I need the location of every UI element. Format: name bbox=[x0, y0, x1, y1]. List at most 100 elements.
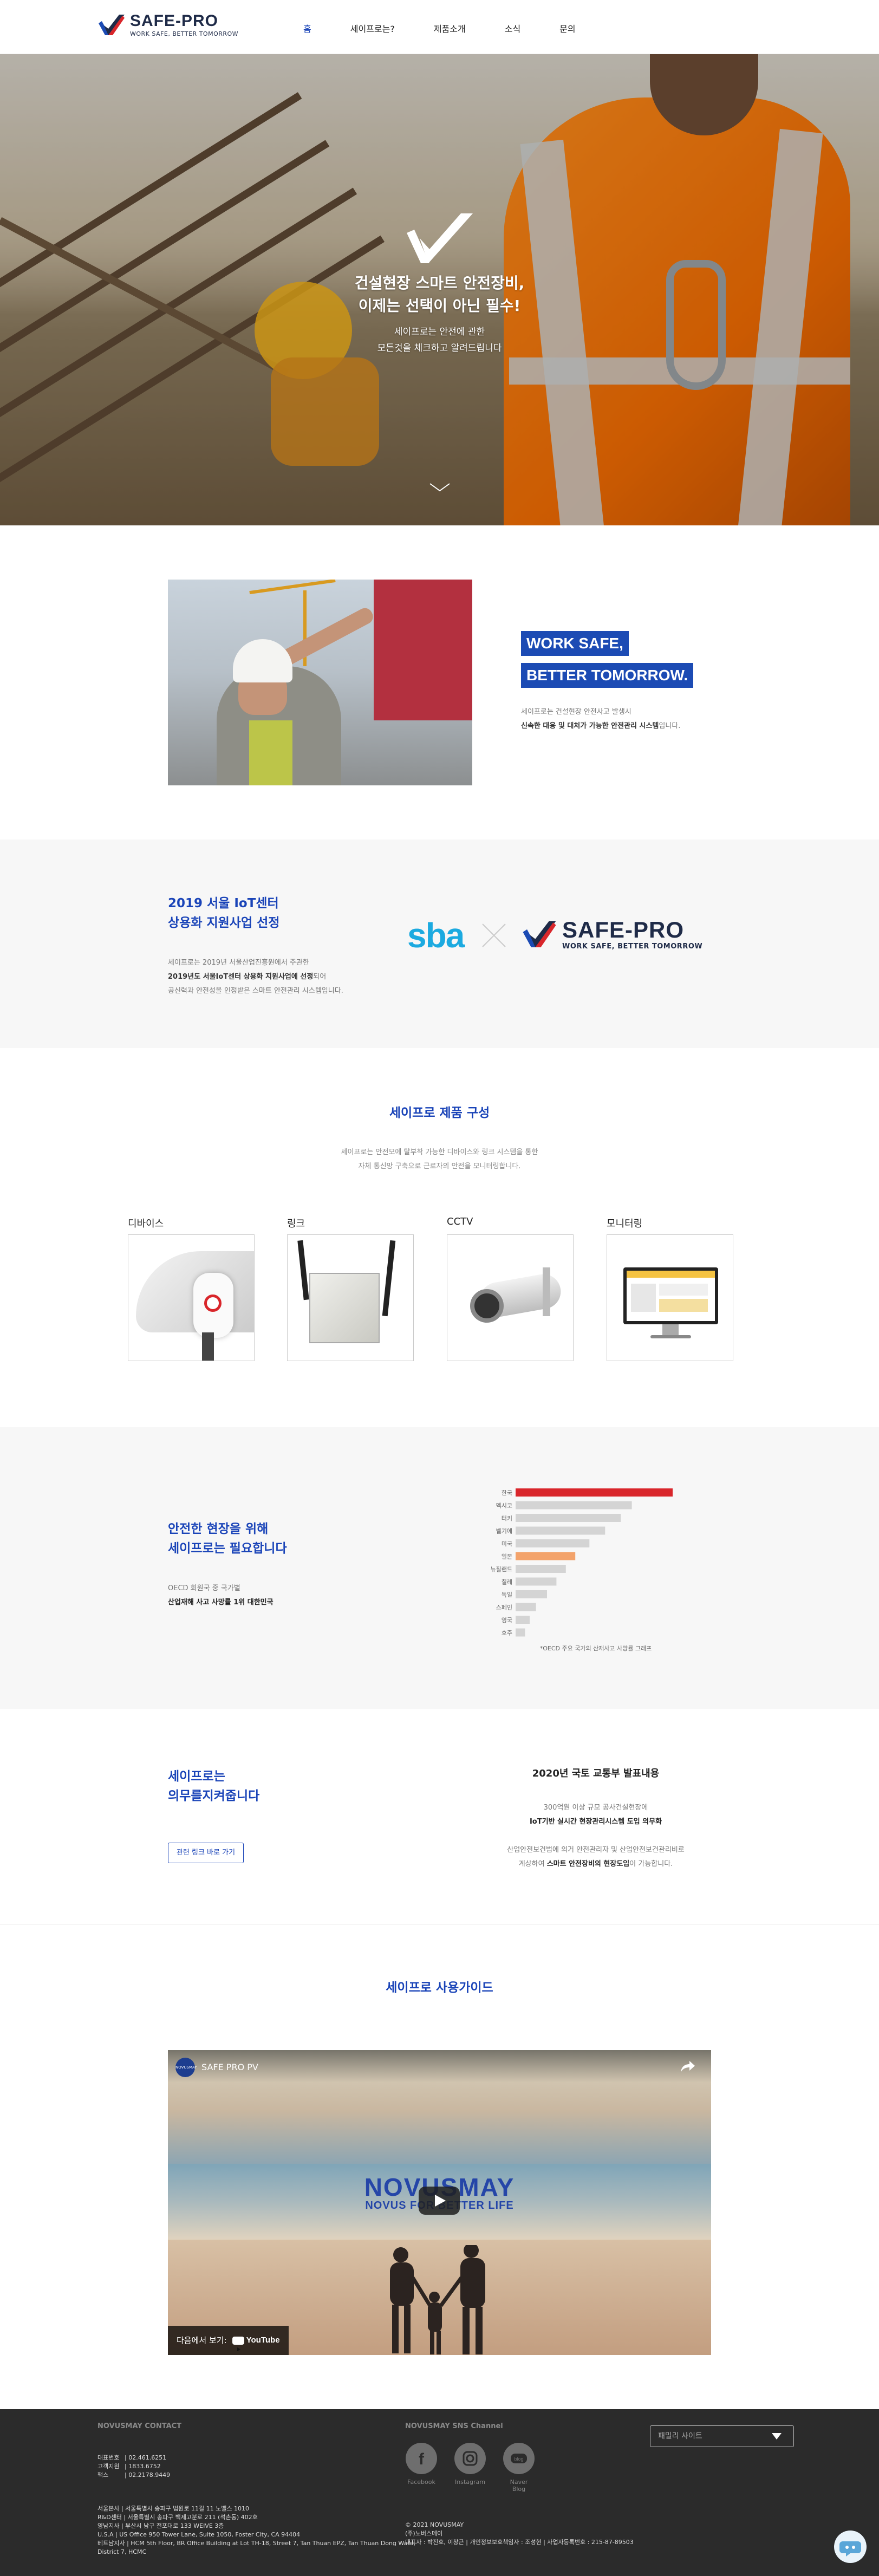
product-monitoring[interactable]: 모니터링 bbox=[607, 1216, 733, 1361]
intro-text-bold: 신속한 대응 및 대처가 가능한 안전관리 시스템 bbox=[521, 722, 659, 730]
office-line: 영남지사 | 부산시 남구 전포대로 133 WEIVE 3층 bbox=[97, 2522, 224, 2529]
channel-avatar[interactable]: NOVUSMAY bbox=[175, 2058, 197, 2077]
need-text-line1: OECD 회원국 중 국가별 bbox=[168, 1584, 240, 1592]
logo-check-icon bbox=[99, 14, 125, 35]
law-bold2: 스마트 안전장비의 현장도입 bbox=[546, 1860, 630, 1868]
chart-bar bbox=[516, 1539, 590, 1547]
contact-value: 02.2178.9449 bbox=[128, 2471, 171, 2479]
products-text-line2: 자체 통신망 구축으로 근로자의 안전을 모니터링합니다. bbox=[358, 1162, 521, 1170]
need-section bbox=[0, 1427, 879, 1709]
safepro-logo-large: SAFE-PRO WORK SAFE, BETTER TOMORROW bbox=[521, 919, 702, 951]
nav-news[interactable]: 소식 bbox=[505, 22, 520, 35]
share-icon[interactable] bbox=[681, 2060, 695, 2073]
chart-category-label: 일본 bbox=[502, 1553, 512, 1560]
nav-contact[interactable]: 문의 bbox=[559, 22, 575, 35]
intro-text: 세이프로는 건설현장 안전사고 발생시 신속한 대응 및 대처가 가능한 안전관… bbox=[521, 705, 680, 733]
hero-sub-line2: 모든것을 체크하고 알려드립니다 bbox=[377, 343, 502, 354]
need-text-bold: 산업재해 사고 사망률 1위 대한민국 bbox=[168, 1598, 274, 1606]
link-antenna bbox=[297, 1240, 309, 1300]
products-text: 세이프로는 안전모에 탈부착 가능한 디바이스와 링크 시스템을 통한 자체 통… bbox=[0, 1146, 879, 1174]
photo-crane bbox=[249, 580, 336, 595]
office-line: R&D센터 | 서울특별시 송파구 백제고분로 211 (석촌동) 402호 bbox=[97, 2514, 258, 2521]
chart-category-label: 호주 bbox=[502, 1630, 512, 1637]
play-button[interactable] bbox=[419, 2187, 460, 2215]
chart-category-label: 스페인 bbox=[496, 1604, 512, 1611]
logo-tagline: WORK SAFE, BETTER TOMORROW bbox=[562, 942, 703, 951]
contact-key: 고객지원 bbox=[97, 2463, 120, 2470]
intro-text-tail: 입니다. bbox=[659, 722, 681, 730]
video-title[interactable]: SAFE PRO PV bbox=[201, 2062, 258, 2072]
chart-category-label: 멕시코 bbox=[496, 1502, 512, 1510]
sba-logo: sba bbox=[407, 916, 465, 955]
watch-on-youtube-button[interactable]: 다음에서 보기: YouTube bbox=[168, 2326, 289, 2355]
law-title-line1: 세이프로는 bbox=[168, 1770, 225, 1784]
slogan-badge-1: WORK SAFE, bbox=[521, 631, 629, 656]
nav-products[interactable]: 제품소개 bbox=[434, 22, 466, 35]
main-nav: 홈 세이프로는? 제품소개 소식 문의 bbox=[303, 22, 615, 35]
chart-bar bbox=[516, 1501, 632, 1510]
law-announcement-text: 300억원 이상 규모 공사건설현장에 IoT기반 실시간 현장관리시스템 도입… bbox=[477, 1801, 715, 1871]
logo-name: SAFE-PRO bbox=[562, 917, 685, 942]
site-logo[interactable]: SAFE-PRO WORK SAFE, BETTER TOMORROW bbox=[97, 13, 238, 37]
sba-title-line1: 2019 서울 IoT센터 bbox=[168, 896, 279, 910]
company-name: (주)노버스메이 bbox=[405, 2530, 443, 2537]
slogan-badge-2: BETTER TOMORROW. bbox=[521, 663, 694, 688]
dropdown-arrow-icon bbox=[772, 2433, 782, 2440]
monitor-stand bbox=[662, 1324, 679, 1335]
need-title: 안전한 현장을 위해 세이프로는 필요합니다 bbox=[168, 1519, 287, 1558]
svg-text:f: f bbox=[419, 2450, 425, 2468]
logo-name: SAFE-PRO bbox=[130, 12, 219, 30]
need-title-line2: 세이프로는 필요합니다 bbox=[168, 1541, 287, 1556]
youtube-video-player[interactable]: NOVUSMAY SAFE PRO PV NOVUSMAY NOVUS FOR … bbox=[168, 2050, 711, 2355]
chart-category-label: 영국 bbox=[502, 1617, 512, 1624]
law-bold1: IoT기반 실시간 현장관리시스템 도입 의무화 bbox=[529, 1818, 662, 1826]
chart-bar bbox=[516, 1565, 566, 1573]
product-device[interactable]: 디바이스 bbox=[128, 1216, 255, 1361]
product-cctv[interactable]: CCTV bbox=[447, 1216, 574, 1361]
chat-button[interactable] bbox=[834, 2531, 867, 2563]
hero-sub-line1: 세이프로는 안전에 관한 bbox=[394, 327, 485, 337]
law-line1: 300억원 이상 규모 공사건설현장에 bbox=[543, 1804, 648, 1812]
chart-bar bbox=[516, 1603, 536, 1611]
intro-text-line1: 세이프로는 건설현장 안전사고 발생시 bbox=[521, 708, 631, 716]
link-box bbox=[309, 1273, 380, 1343]
instagram-link[interactable]: Instagram bbox=[454, 2443, 486, 2486]
sba-text-line3: 공신력과 안전성을 인정받은 스마트 안전관리 시스템입니다. bbox=[168, 987, 343, 995]
facebook-link[interactable]: f Facebook bbox=[405, 2443, 438, 2486]
chart-bar bbox=[516, 1616, 530, 1624]
chart-bar bbox=[516, 1552, 576, 1560]
nav-home[interactable]: 홈 bbox=[303, 22, 311, 35]
youtube-label: YouTube bbox=[246, 2336, 280, 2345]
product-image-link bbox=[287, 1234, 414, 1361]
nav-about[interactable]: 세이프로는? bbox=[350, 22, 395, 35]
related-link-button[interactable]: 관련 링크 바로 가기 bbox=[168, 1843, 244, 1863]
chart-bar bbox=[516, 1577, 557, 1586]
youtube-icon bbox=[232, 2336, 244, 2351]
chart-category-label: 벨기에 bbox=[496, 1528, 512, 1535]
need-title-line1: 안전한 현장을 위해 bbox=[168, 1522, 269, 1536]
product-link[interactable]: 링크 bbox=[287, 1216, 414, 1361]
logo-check-icon bbox=[523, 921, 556, 947]
chat-bot-icon bbox=[839, 2541, 861, 2557]
chart-category-label: 뉴질랜드 bbox=[491, 1566, 512, 1573]
cross-icon bbox=[482, 923, 506, 947]
naver-blog-label: Naver Blog bbox=[510, 2479, 528, 2493]
sba-text-line1: 세이프로는 2019년 서울산업진흥원에서 주관한 bbox=[168, 959, 309, 967]
footer-contact-title: NOVUSMAY CONTACT bbox=[97, 2422, 182, 2430]
product-image-monitoring bbox=[607, 1234, 733, 1361]
device-strap bbox=[202, 1332, 214, 1361]
chart-category-label: 미국 bbox=[502, 1540, 512, 1547]
chart-bar bbox=[516, 1590, 547, 1598]
product-label: 디바이스 bbox=[128, 1218, 164, 1230]
naver-blog-link[interactable]: blog Naver Blog bbox=[503, 2443, 535, 2493]
law-line2: 산업안전보건법에 의거 안전관리자 및 산업안전보건관리비로 bbox=[507, 1846, 685, 1854]
chart-category-label: 독일 bbox=[502, 1591, 512, 1598]
law-line3b: 이 가능합니다. bbox=[629, 1860, 673, 1868]
contact-key: 팩스 bbox=[97, 2471, 109, 2479]
chart-note: *OECD 주요 국가의 산재사고 사망률 그래프 bbox=[539, 1645, 652, 1652]
law-title-line2: 의무를지켜줍니다 bbox=[168, 1789, 260, 1803]
footer-sns-title: NOVUSMAY SNS Channel bbox=[405, 2422, 503, 2430]
family-site-select[interactable]: 패밀리 사이트 bbox=[650, 2425, 794, 2447]
scroll-down-icon[interactable] bbox=[429, 482, 451, 493]
chart-bar bbox=[516, 1514, 621, 1522]
